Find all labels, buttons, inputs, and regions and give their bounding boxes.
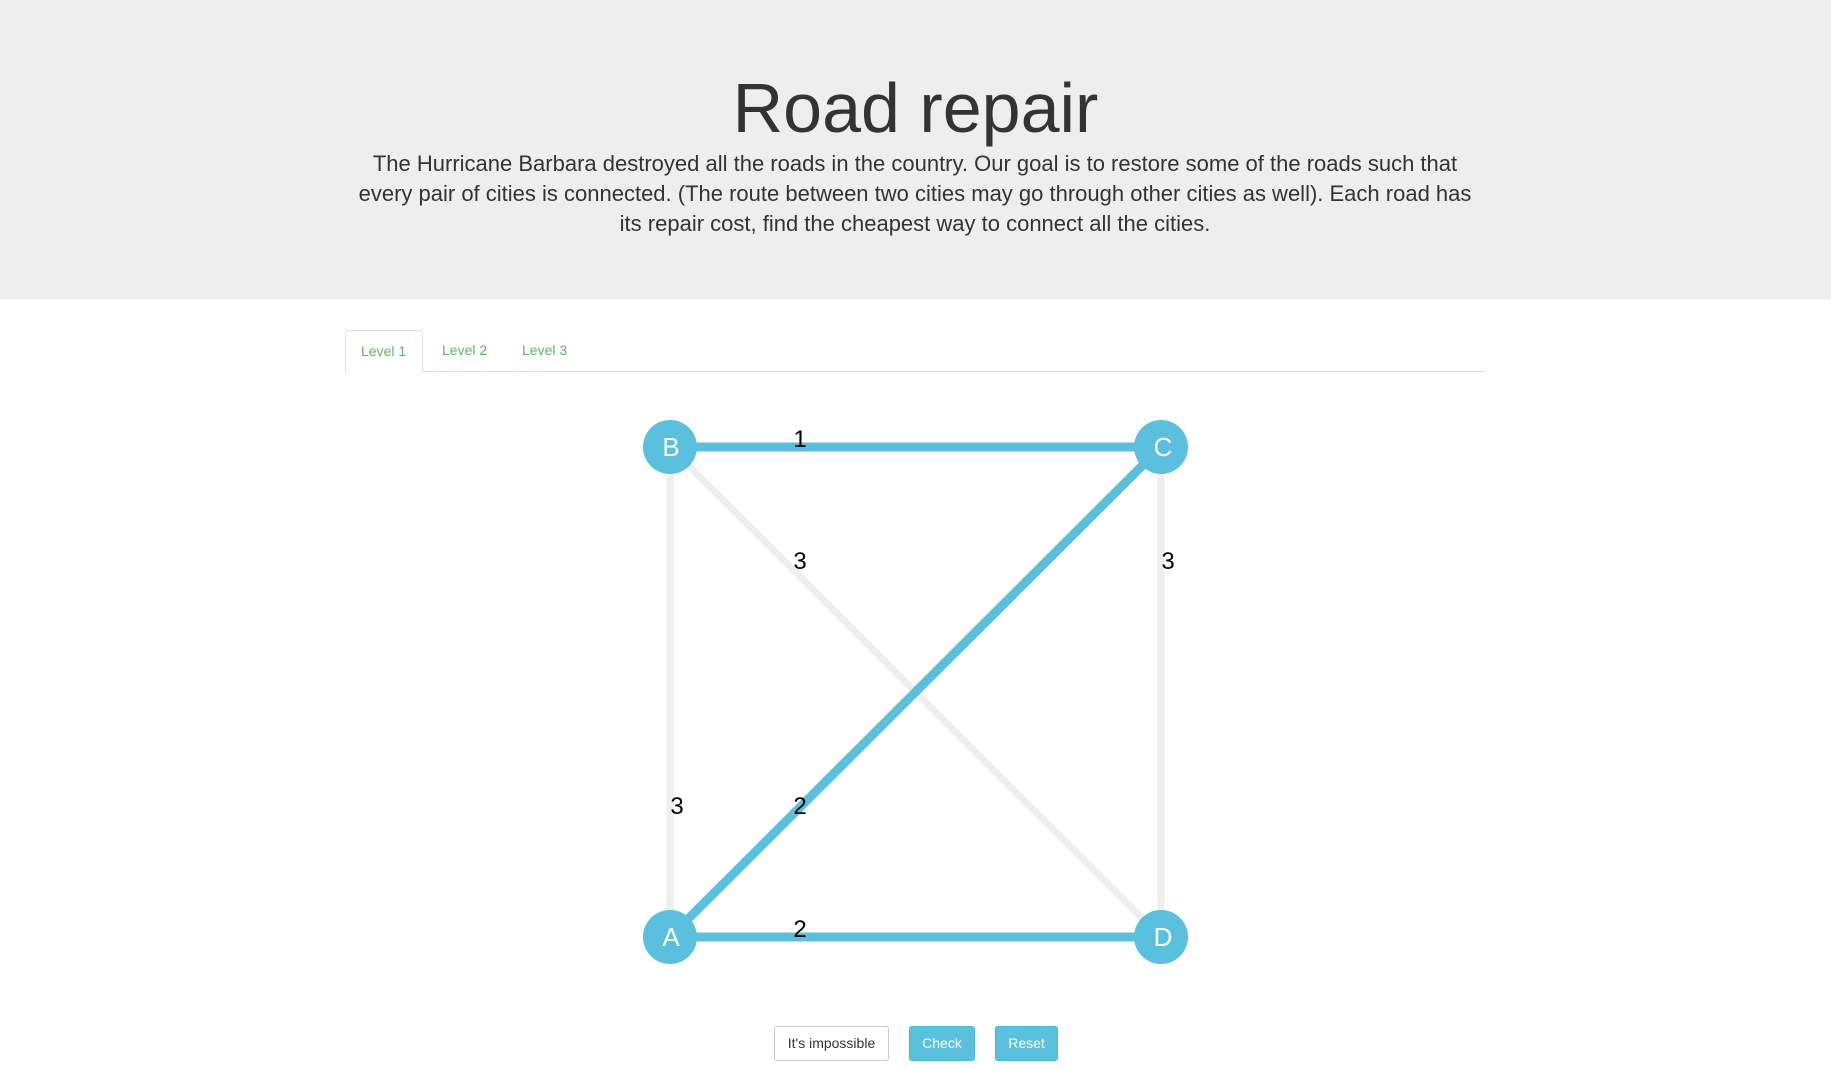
road-a-d-cost: 2 bbox=[793, 916, 806, 943]
road-a-b-cost: 3 bbox=[670, 793, 683, 820]
city-label-b: B bbox=[662, 432, 679, 462]
city-node-c[interactable]: C bbox=[1134, 420, 1188, 474]
road-a-c-cost: 2 bbox=[793, 793, 806, 820]
city-node-b[interactable]: B bbox=[643, 420, 697, 474]
road-b-c-cost: 1 bbox=[793, 426, 806, 453]
reset-button[interactable]: Reset bbox=[995, 1026, 1058, 1061]
city-label-a: A bbox=[662, 922, 680, 952]
road-c-d-cost: 3 bbox=[1161, 548, 1174, 575]
city-node-a[interactable]: A bbox=[643, 910, 697, 964]
city-label-c: C bbox=[1154, 432, 1173, 462]
road-graph: 1 3 3 3 2 2 B C A D bbox=[643, 420, 1188, 964]
road-b-d-cost: 3 bbox=[793, 548, 806, 575]
check-button[interactable]: Check bbox=[909, 1026, 975, 1061]
impossible-button[interactable]: It's impossible bbox=[774, 1026, 889, 1061]
city-node-d[interactable]: D bbox=[1134, 910, 1188, 964]
city-label-d: D bbox=[1154, 922, 1173, 952]
